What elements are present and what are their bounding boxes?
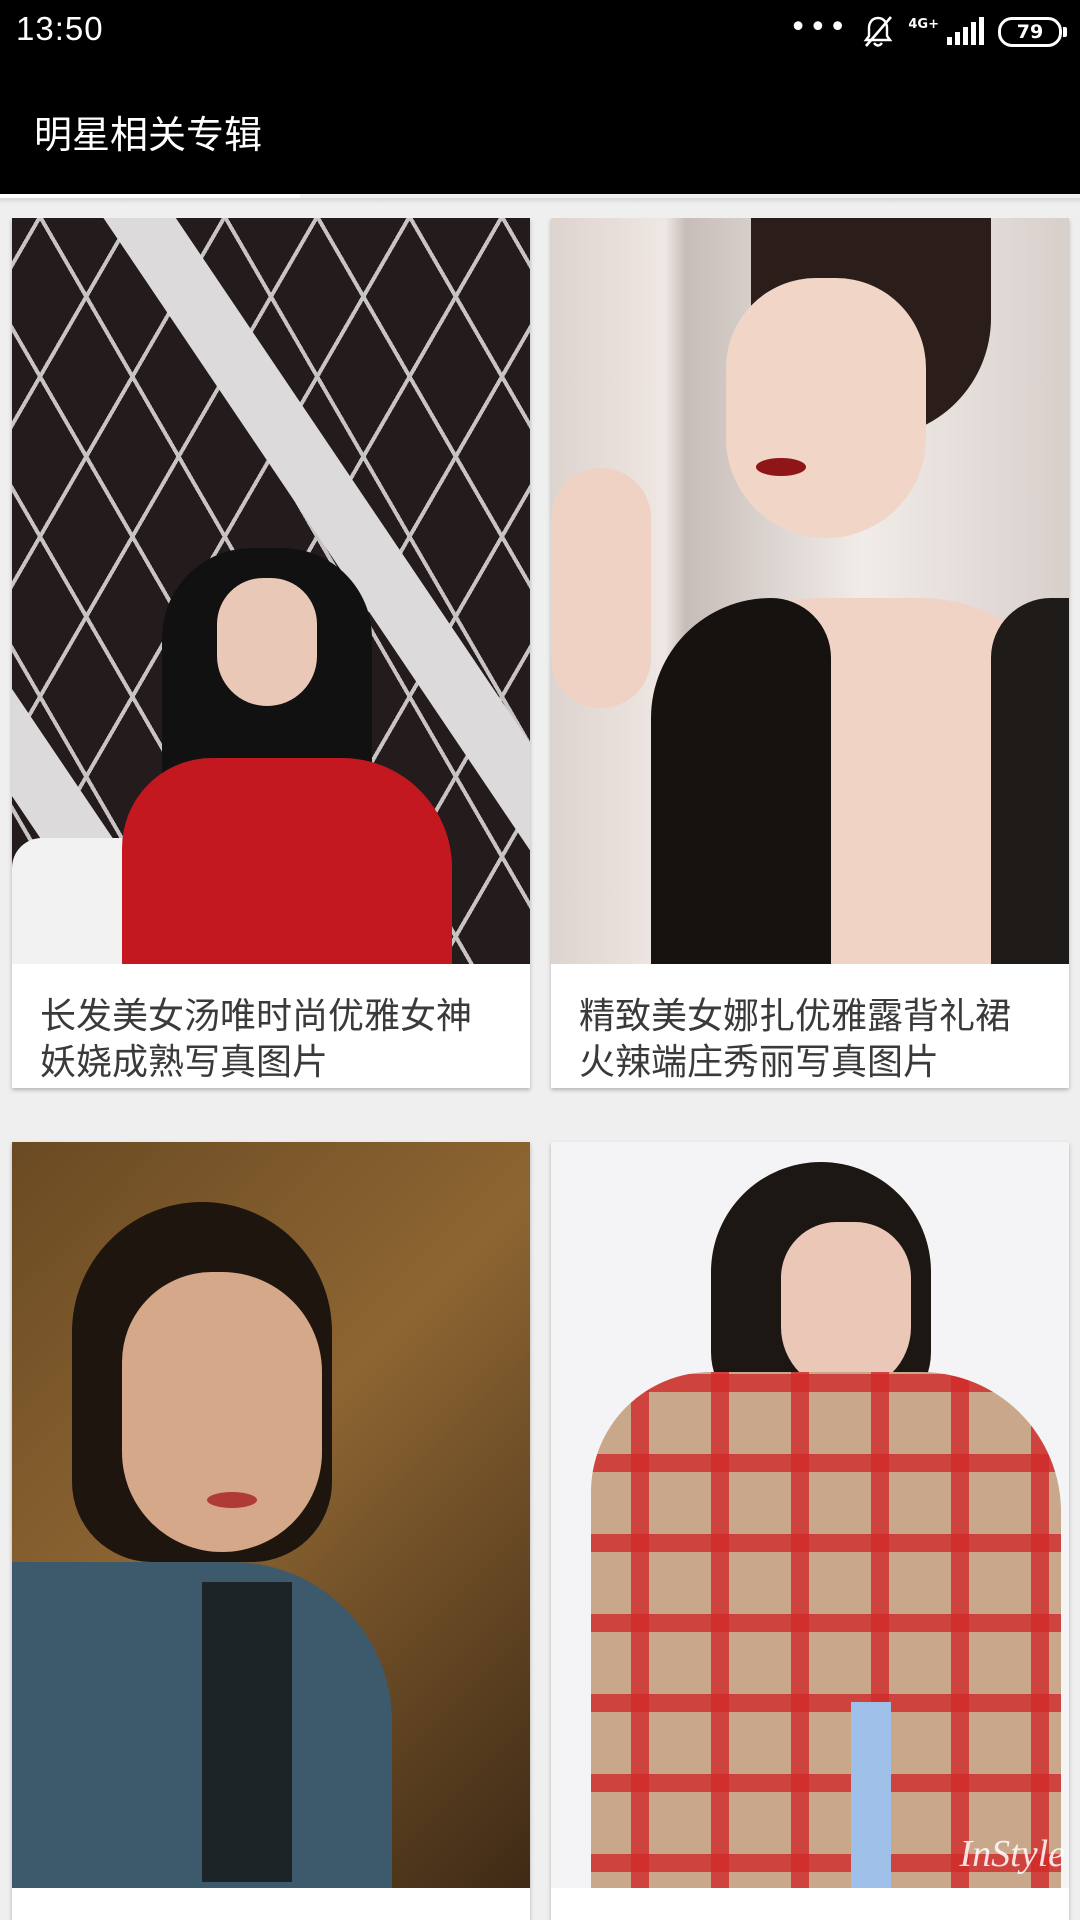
app-bar: 明星相关专辑 <box>0 64 1080 198</box>
album-card[interactable] <box>12 1142 530 1920</box>
app-bar-shadow <box>0 198 1080 204</box>
album-caption[interactable] <box>551 1888 1069 1920</box>
album-caption[interactable]: 精致美女娜扎优雅露背礼裙火辣端庄秀丽写真图片 <box>551 964 1069 1088</box>
album-card[interactable]: InStyle <box>551 1142 1069 1920</box>
album-caption[interactable] <box>12 1888 530 1920</box>
instyle-watermark: InStyle <box>959 1833 1065 1875</box>
network-type-label: 4G+ <box>908 16 939 32</box>
album-thumbnail[interactable] <box>551 218 1069 964</box>
album-thumbnail[interactable] <box>12 1142 530 1888</box>
signal-strength-icon <box>947 17 984 45</box>
mute-bell-icon <box>863 16 893 47</box>
status-time: 13:50 <box>16 10 104 47</box>
album-thumbnail[interactable]: InStyle <box>551 1142 1069 1888</box>
album-caption[interactable]: 长发美女汤唯时尚优雅女神妖娆成熟写真图片 <box>12 964 530 1088</box>
more-notifications-icon: ••• <box>789 10 849 45</box>
album-grid[interactable]: 长发美女汤唯时尚优雅女神妖娆成熟写真图片 精致美女娜扎优雅露背礼裙火辣端庄秀丽写… <box>0 218 1080 1920</box>
battery-level: 79 <box>1016 21 1044 43</box>
album-card[interactable]: 长发美女汤唯时尚优雅女神妖娆成熟写真图片 <box>12 218 530 1088</box>
status-bar: 13:50 ••• 4G+ 79 <box>0 0 1080 64</box>
album-thumbnail[interactable] <box>12 218 530 964</box>
battery-icon: 79 <box>998 17 1067 47</box>
status-icons: ••• 4G+ 79 <box>789 10 1067 52</box>
page-title: 明星相关专辑 <box>34 113 263 157</box>
album-card[interactable]: 精致美女娜扎优雅露背礼裙火辣端庄秀丽写真图片 <box>551 218 1069 1088</box>
